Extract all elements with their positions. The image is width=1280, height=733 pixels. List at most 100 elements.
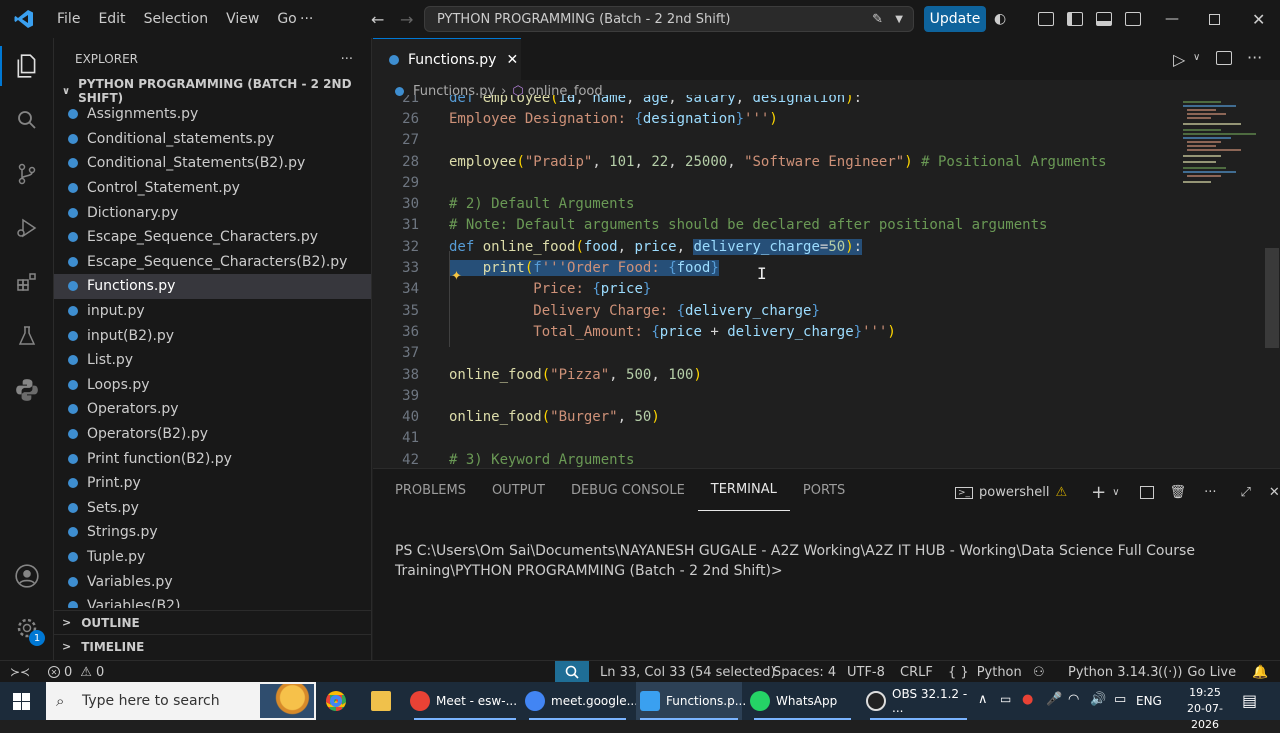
language-mode[interactable]: { } Python [948, 661, 1022, 683]
file-item[interactable]: Assignments.py [54, 102, 371, 127]
command-center[interactable]: PYTHON PROGRAMMING (Batch - 2 2nd Shift)… [424, 6, 914, 32]
terminal-shell-label[interactable]: powershell [979, 485, 1049, 500]
windows-start-icon[interactable] [13, 693, 30, 710]
panel-tab-debug-console[interactable]: DEBUG CONSOLE [558, 469, 698, 511]
panel-tab-ports[interactable]: PORTS [790, 469, 858, 511]
code-editor[interactable]: 21 def employee(id, name, age, salary, de… [373, 95, 1253, 468]
input-language[interactable]: ENG [1136, 694, 1162, 708]
end-of-line[interactable]: CRLF [900, 661, 933, 683]
toggle-secondary-sidebar-icon[interactable] [1125, 12, 1141, 26]
copilot-status-icon[interactable]: ⚇ [1033, 661, 1045, 683]
microphone-icon[interactable]: 🎤 [1046, 692, 1062, 707]
file-item[interactable]: Conditional_statements.py [54, 127, 371, 152]
file-item[interactable]: Print.py [54, 471, 371, 496]
copilot-sparkle-icon[interactable]: ✦ [451, 269, 462, 284]
testing-flask-icon[interactable] [11, 320, 43, 352]
maximize-panel-icon[interactable]: ⤢ [1240, 485, 1250, 500]
taskbar-search[interactable]: ⌕ Type here to search [46, 682, 316, 720]
panel-tab-output[interactable]: OUTPUT [479, 469, 558, 511]
battery-icon[interactable]: ▭ [1114, 692, 1126, 707]
split-editor-icon[interactable] [1216, 51, 1232, 65]
new-terminal-icon[interactable]: + [1091, 482, 1106, 503]
file-explorer-taskbar-icon[interactable] [371, 682, 397, 720]
tray-chevron-icon[interactable]: ∧ [978, 692, 988, 707]
toggle-sidebar-icon[interactable] [1038, 12, 1054, 26]
timeline-section[interactable]: > TIMELINE [54, 634, 371, 658]
file-item[interactable]: Tuple.py [54, 545, 371, 570]
file-item[interactable]: Escape_Sequence_Characters.py [54, 225, 371, 250]
remote-indicator-icon[interactable]: ≻≺ [0, 661, 40, 683]
search-icon[interactable] [11, 104, 43, 136]
notification-center-icon[interactable]: ▤ [1242, 691, 1257, 710]
minimap[interactable] [1181, 98, 1271, 198]
clock[interactable]: 19:25 20-07-2026 [1180, 685, 1230, 733]
toggle-panel-icon[interactable] [1096, 12, 1112, 26]
back-arrow-icon[interactable]: ← [371, 10, 384, 29]
menu-edit[interactable]: Edit [89, 11, 134, 27]
file-item[interactable]: Dictionary.py [54, 200, 371, 225]
file-item[interactable]: Operators.py [54, 397, 371, 422]
panel-tab-problems[interactable]: PROBLEMS [382, 469, 479, 511]
encoding[interactable]: UTF-8 [847, 661, 885, 683]
problems-status[interactable]: ✕ 0 ⚠ 0 [48, 661, 104, 683]
file-item[interactable]: Print function(B2).py [54, 446, 371, 471]
zoom-search-icon[interactable] [555, 661, 589, 683]
file-item[interactable]: Functions.py [54, 274, 371, 299]
python-interpreter[interactable]: Python 3.14.3 [1068, 661, 1159, 683]
notifications-bell-icon[interactable]: 🔔 [1252, 661, 1268, 683]
python-icon[interactable] [11, 374, 43, 406]
file-item[interactable]: input(B2).py [54, 323, 371, 348]
menu-file[interactable]: File [48, 11, 89, 27]
go-live[interactable]: ((·)) Go Live [1158, 661, 1236, 683]
wifi-icon[interactable]: ◠ [1068, 692, 1079, 707]
copilot-icon[interactable]: ✎ [872, 12, 883, 27]
file-item[interactable]: List.py [54, 348, 371, 373]
editor-more-icon[interactable]: ··· [1247, 48, 1262, 67]
terminal-dropdown-icon[interactable]: ∨ [1112, 487, 1119, 498]
file-item[interactable]: Sets.py [54, 496, 371, 521]
split-terminal-icon[interactable] [1139, 486, 1154, 499]
more-actions-icon[interactable]: ··· [341, 52, 353, 67]
taskbar-app-meet[interactable]: Meet - esw-... [410, 682, 520, 720]
file-item[interactable]: Conditional_Statements(B2).py [54, 151, 371, 176]
chrome-taskbar-icon[interactable] [326, 682, 352, 720]
account-icon[interactable] [11, 560, 43, 592]
minimize-icon[interactable]: — [1165, 11, 1179, 27]
editor-scrollbar-thumb[interactable] [1265, 248, 1279, 348]
file-item[interactable]: Strings.py [54, 520, 371, 545]
extensions-icon[interactable] [11, 266, 43, 298]
source-control-icon[interactable] [11, 158, 43, 190]
toggle-primary-sidebar-icon[interactable] [1067, 12, 1083, 26]
panel-tab-terminal[interactable]: TERMINAL [697, 469, 790, 511]
workspace-folder[interactable]: ∨ PYTHON PROGRAMMING (BATCH - 2 2ND SHIF… [54, 77, 371, 105]
file-item[interactable]: Variables.py [54, 569, 371, 594]
run-python-icon[interactable]: ▷ [1173, 50, 1185, 69]
indentation[interactable]: Spaces: 4 [773, 661, 836, 683]
taskbar-app-meet-google[interactable]: meet.google.... [525, 682, 642, 720]
forward-arrow-icon[interactable]: → [400, 10, 413, 29]
cursor-position[interactable]: Ln 33, Col 33 (54 selected) [600, 661, 776, 683]
kill-terminal-trash-icon[interactable]: 🗑 [1170, 485, 1187, 500]
tray-network-icon[interactable]: ▭ [1000, 692, 1011, 706]
tab-functions-py[interactable]: Functions.py ✕ [373, 38, 521, 80]
restore-icon[interactable] [1209, 13, 1220, 25]
terminal-output[interactable]: PS C:\Users\Om Sai\Documents\NAYANESH GU… [395, 541, 1265, 581]
taskbar-app-vscode[interactable]: Functions.p... [636, 682, 746, 720]
manage-gear-icon[interactable]: 1 [11, 612, 45, 646]
file-item[interactable]: Control_Statement.py [54, 176, 371, 201]
menu-view[interactable]: View [217, 11, 268, 27]
taskbar-app-obs[interactable]: OBS 32.1.2 - ... [866, 682, 971, 720]
explorer-files-icon[interactable] [11, 50, 43, 82]
menu-selection[interactable]: Selection [135, 11, 218, 27]
close-window-icon[interactable]: ✕ [1252, 10, 1265, 29]
run-options-icon[interactable]: ∨ [1193, 52, 1200, 63]
update-button[interactable]: Update [924, 6, 986, 32]
run-debug-icon[interactable] [11, 212, 43, 244]
close-tab-icon[interactable]: ✕ [506, 52, 518, 68]
tray-app-icon[interactable]: ● [1022, 692, 1033, 707]
outline-section[interactable]: > OUTLINE [54, 610, 371, 634]
accounts-icon[interactable]: ◐ [994, 11, 1006, 27]
file-item[interactable]: Variables(B2)... [54, 594, 371, 608]
file-item[interactable]: Loops.py [54, 373, 371, 398]
file-item[interactable]: input.py [54, 299, 371, 324]
